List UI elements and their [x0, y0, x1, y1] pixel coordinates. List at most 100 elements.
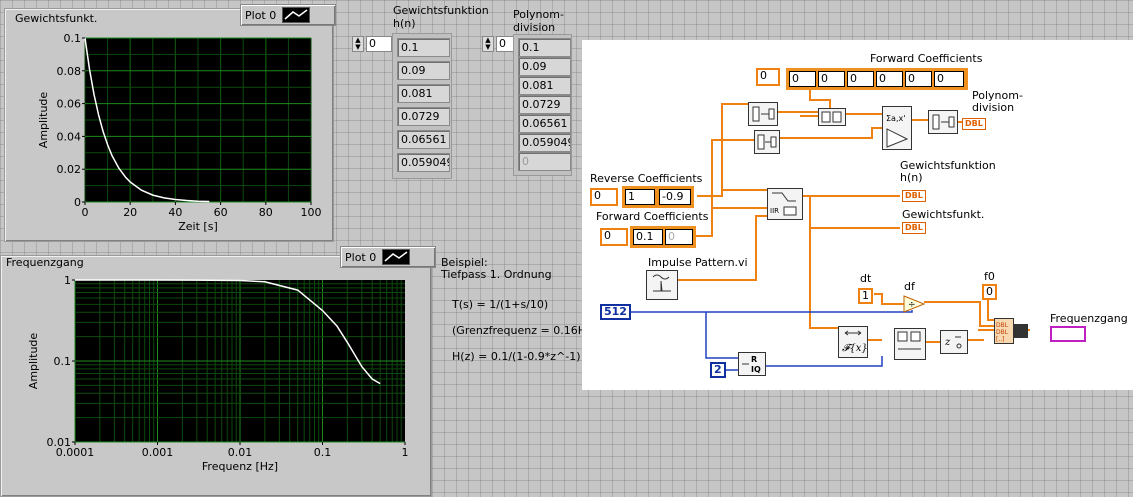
- dt-constant[interactable]: 1: [858, 288, 873, 304]
- reverse-coeffs-index[interactable]: 0: [590, 188, 618, 206]
- polynomial-evaluation-node[interactable]: Σa,x': [882, 106, 912, 150]
- svg-text:R: R: [751, 355, 757, 364]
- coeff-cell[interactable]: 0: [905, 71, 932, 87]
- divide-node[interactable]: ÷: [902, 294, 926, 317]
- freq-plot-legend[interactable]: Plot 0: [340, 246, 436, 268]
- h-out-label: Gewichtsfunktion h(n): [900, 159, 996, 184]
- gw-out-terminal[interactable]: DBL: [902, 222, 926, 234]
- svg-text:𝓕{x}: 𝓕{x}: [842, 343, 867, 354]
- iir-filter-node[interactable]: IIR: [767, 188, 803, 220]
- svg-text:[..]: [..]: [996, 336, 1005, 343]
- x-tick-label: 1: [402, 446, 409, 459]
- coeff-cell[interactable]: 0: [847, 71, 874, 87]
- array-poly-cell[interactable]: 0.09: [518, 57, 571, 76]
- array-poly: 0.1 0.09 0.081 0.0729 0.06561 0.059049 0: [513, 34, 572, 176]
- reverse-coeffs-array: 1 -0.9: [622, 186, 694, 208]
- x-tick-label: 20: [123, 206, 137, 219]
- index-spinner-icon[interactable]: ▲ ▼: [482, 36, 494, 52]
- build-cluster-node[interactable]: [894, 328, 926, 360]
- bundle-node[interactable]: DBL DBL [..]: [994, 318, 1014, 344]
- y-tick-label: 1: [64, 274, 71, 287]
- x-tick-label: 0.001: [142, 446, 174, 459]
- impulse-plot-legend[interactable]: Plot 0: [240, 4, 336, 26]
- coeff-cell[interactable]: 1: [625, 189, 655, 205]
- array-h-cell[interactable]: 0.081: [397, 84, 450, 103]
- impulse-chart: 0 20 40 60 80 100 0.1 0.08 0.06 0.04 0.02 0 Zeit [s]…: [37, 32, 322, 233]
- array-h-index[interactable]: ▲ ▼ 0: [352, 36, 392, 52]
- y-tick-label: 0.08: [57, 65, 82, 78]
- svg-text:z: z: [944, 337, 951, 348]
- array-poly-title: Polynom-division: [513, 8, 564, 34]
- const-512[interactable]: 512: [600, 304, 631, 320]
- forward-coeffs-top-index[interactable]: 0: [756, 68, 780, 86]
- array-h: 0.1 0.09 0.081 0.0729 0.06561 0.059049: [392, 33, 452, 179]
- freq-plot-area: 0.0001 0.001 0.01 0.1 110.10.01Frequenz [Hz]…: [27, 274, 409, 473]
- example-transfer-s: T(s) = 1/(1+s/10): [452, 298, 549, 311]
- build-array-node[interactable]: [818, 108, 846, 126]
- x-tick-label: 0.01: [228, 446, 253, 459]
- impulse-pattern-node[interactable]: [646, 270, 678, 300]
- freq-out-terminal[interactable]: [1050, 326, 1086, 342]
- f0-constant[interactable]: 0: [982, 284, 997, 300]
- index-spinner-icon[interactable]: ▲ ▼: [352, 36, 364, 52]
- array-h-cell[interactable]: 0.06561: [397, 130, 450, 149]
- y-tick-label: 0.1: [64, 32, 82, 45]
- y-tick-label: 0.02: [57, 163, 82, 176]
- example-transfer-z: H(z) = 0.1/(1-0.9*z^-1): [452, 350, 581, 363]
- x-tick-label: 80: [259, 206, 273, 219]
- array-poly-index[interactable]: ▲ ▼ 0: [482, 36, 514, 52]
- y-tick-label: 0.01: [47, 436, 72, 449]
- svg-text:DBL: DBL: [996, 322, 1009, 329]
- coeff-cell[interactable]: -0.9: [659, 189, 691, 205]
- array-poly-cell[interactable]: 0.059049: [518, 133, 571, 152]
- h-out-terminal[interactable]: DBL: [902, 190, 926, 202]
- array-h-cell[interactable]: 0.0729: [397, 107, 450, 126]
- array-poly-index-value[interactable]: 0: [496, 36, 514, 52]
- x-tick-label: 0: [82, 206, 89, 219]
- forward-coeffs-top-label: Forward Coefficients: [870, 52, 983, 65]
- poly-out-terminal[interactable]: DBL: [962, 118, 986, 130]
- coeff-cell[interactable]: 0: [789, 71, 816, 87]
- array-subset-node[interactable]: [754, 130, 780, 154]
- quotient-remainder-node[interactable]: R IQ: [738, 352, 766, 376]
- freq-legend-label: Plot 0: [345, 250, 377, 264]
- fft-node[interactable]: 𝓕{x}: [838, 326, 868, 358]
- y-tick-label: 0.04: [57, 130, 82, 143]
- y-tick-label: 0.1: [54, 355, 72, 368]
- svg-text:÷: ÷: [908, 300, 916, 310]
- forward-coeffs-top-array: 0 0 0 0 0 0: [786, 68, 968, 90]
- array-poly-cell[interactable]: 0.1: [518, 38, 571, 57]
- x-tick-label: 100: [301, 206, 322, 219]
- array-poly-cell[interactable]: 0: [518, 152, 571, 171]
- x-axis-label: Zeit [s]: [178, 220, 217, 233]
- array-poly-cell[interactable]: 0.06561: [518, 114, 571, 133]
- x-tick-label: 60: [214, 206, 228, 219]
- coeff-cell[interactable]: 0: [934, 71, 964, 87]
- array-poly-cell[interactable]: 0.0729: [518, 95, 571, 114]
- coeff-cell[interactable]: 0: [665, 229, 693, 245]
- dt-label: dt: [860, 272, 872, 285]
- x-tick-label: 0.1: [314, 446, 332, 459]
- y-axis-label: Amplitude: [37, 92, 50, 149]
- svg-text:IQ: IQ: [751, 365, 761, 374]
- array-poly-cell[interactable]: 0.081: [518, 76, 571, 95]
- x-axis-label: Frequenz [Hz]: [202, 460, 278, 473]
- y-tick-label: 0: [74, 196, 81, 209]
- const-2[interactable]: 2: [710, 362, 726, 378]
- f0-label: f0: [984, 270, 995, 283]
- array-h-cell[interactable]: 0.09: [397, 61, 450, 80]
- array-h-cell[interactable]: 0.059049: [397, 153, 450, 172]
- coeff-cell[interactable]: 0: [818, 71, 845, 87]
- freq-out-label: Frequenzgang: [1050, 312, 1128, 325]
- array-h-cell[interactable]: 0.1: [397, 38, 450, 57]
- impulse-plot-area: 0 20 40 60 80 100 0.1 0.08 0.06 0.04 0.02 0 Zeit [s]…: [37, 32, 322, 233]
- coeff-cell[interactable]: 0: [876, 71, 903, 87]
- array-subset-node[interactable]: [748, 102, 778, 126]
- gw-out-label: Gewichtsfunkt.: [902, 208, 985, 221]
- complex-magnitude-node[interactable]: z: [940, 330, 968, 354]
- y-tick-label: 0.06: [57, 98, 82, 111]
- array-subset-node[interactable]: [928, 110, 958, 134]
- array-h-index-value[interactable]: 0: [366, 36, 392, 52]
- coeff-cell[interactable]: 0.1: [633, 229, 663, 245]
- forward-coeffs-index[interactable]: 0: [600, 228, 628, 246]
